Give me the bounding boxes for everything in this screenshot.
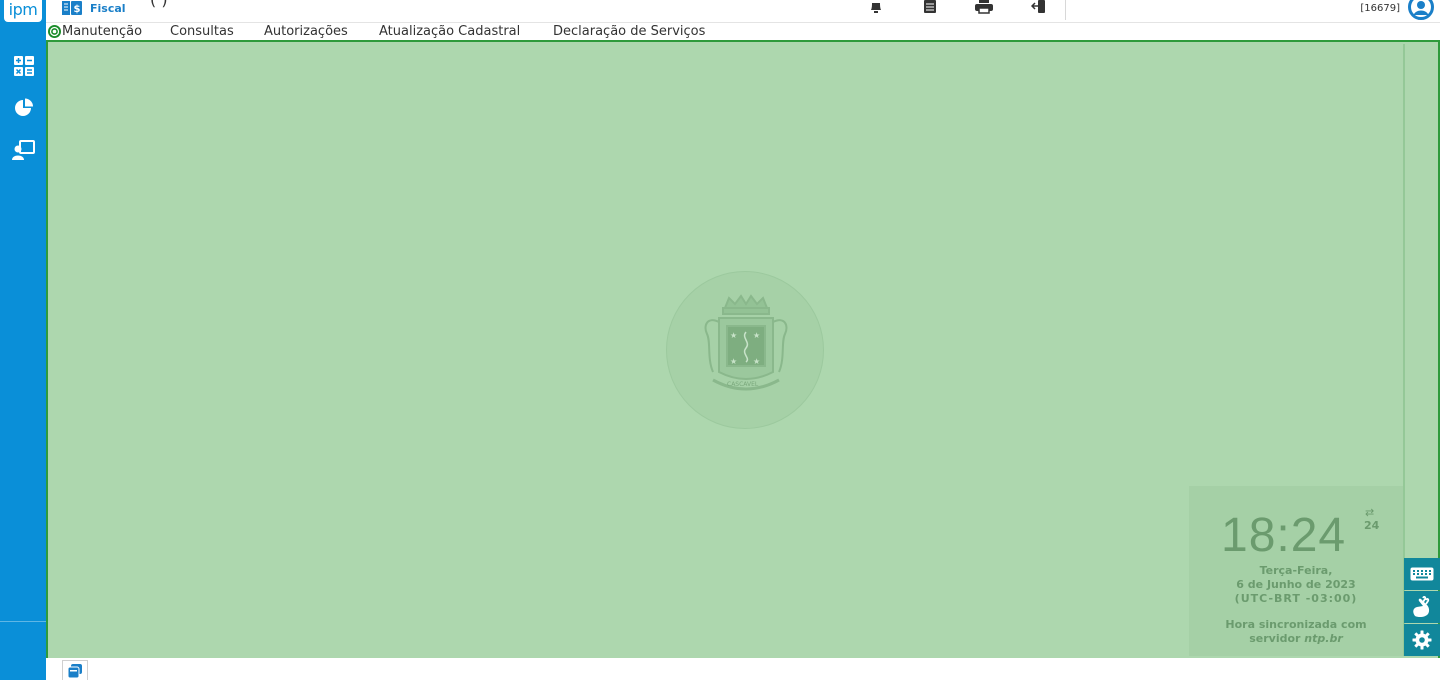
settings-icon [1412,630,1432,650]
svg-text:★: ★ [730,357,737,366]
menu-item-autorizacoes[interactable]: Autorizações [264,24,348,39]
clock-time: 18:24 [1221,509,1347,562]
crest-label: CASCAVEL [727,381,759,388]
clock-sync-server: ntp.br [1304,632,1343,645]
open-windows-button[interactable] [62,660,88,680]
clock-date: 6 de Junho de 2023 [1236,578,1356,591]
clock-timezone: (UTC-BRT -03:00) [1234,592,1358,605]
module-label: Fiscal [90,2,126,15]
clock-weekday: Terça-Feira, [1259,564,1333,577]
svg-text:★: ★ [753,357,760,366]
menu-bar: Manutenção Consultas Autorizações Atuali… [46,22,1440,41]
list-icon[interactable] [921,0,939,14]
clock-sync-line2: servidor ntp.br [1189,632,1403,645]
printer-icon[interactable] [975,0,993,14]
user-screen-icon[interactable] [12,138,36,162]
top-bar [46,0,1440,22]
clock-widget: 18:24 ⇄ 24 Terça-Feira, 6 de Junho de 20… [1189,486,1403,656]
clock-format-toggle[interactable]: 24 [1364,519,1379,532]
svg-text:★: ★ [730,331,737,340]
clock-sync-prefix: servidor [1249,632,1305,645]
taskbar [46,658,1440,680]
calculator-icon[interactable] [12,54,36,78]
workspace: ★ ★ ★ ★ CASCAVEL 18:24 ⇄ 24 Terça-Feira,… [46,40,1440,660]
sign-language-button[interactable] [1404,591,1440,623]
sidebar-footer [0,658,46,680]
svg-text:★: ★ [753,331,760,340]
logo-text: ipm [8,0,38,19]
bell-icon[interactable] [867,0,885,14]
menu-item-manutencao[interactable]: Manutenção [62,24,142,39]
clock-sync-line1: Hora sincronizada com [1225,618,1367,631]
keyboard-button[interactable] [1404,558,1440,590]
windows-stack-icon [67,663,82,678]
page-title: ( ) [150,0,168,9]
sign-language-icon [1413,596,1430,618]
document-dollar-icon: $ [62,0,82,15]
pie-chart-icon[interactable] [12,96,36,120]
menu-item-declaracao-servicos[interactable]: Declaração de Serviços [553,24,705,39]
settings-button[interactable] [1404,624,1440,656]
menu-item-consultas[interactable]: Consultas [170,24,234,39]
keyboard-icon [1410,567,1434,581]
mobile-transfer-icon[interactable] [1030,0,1048,14]
user-circle-icon[interactable] [1408,0,1434,20]
svg-text:$: $ [74,4,81,15]
user-code: [16679] [1360,3,1400,14]
swap-format-icon[interactable]: ⇄ [1365,506,1374,519]
ipm-logo[interactable]: ipm [4,0,42,22]
sidebar-divider [0,621,46,622]
topbar-divider [1065,0,1066,20]
target-icon [48,25,61,38]
city-crest: ★ ★ ★ ★ CASCAVEL [666,271,824,429]
menu-item-atualizacao-cadastral[interactable]: Atualização Cadastral [379,24,520,39]
sidebar: ipm [0,0,46,658]
